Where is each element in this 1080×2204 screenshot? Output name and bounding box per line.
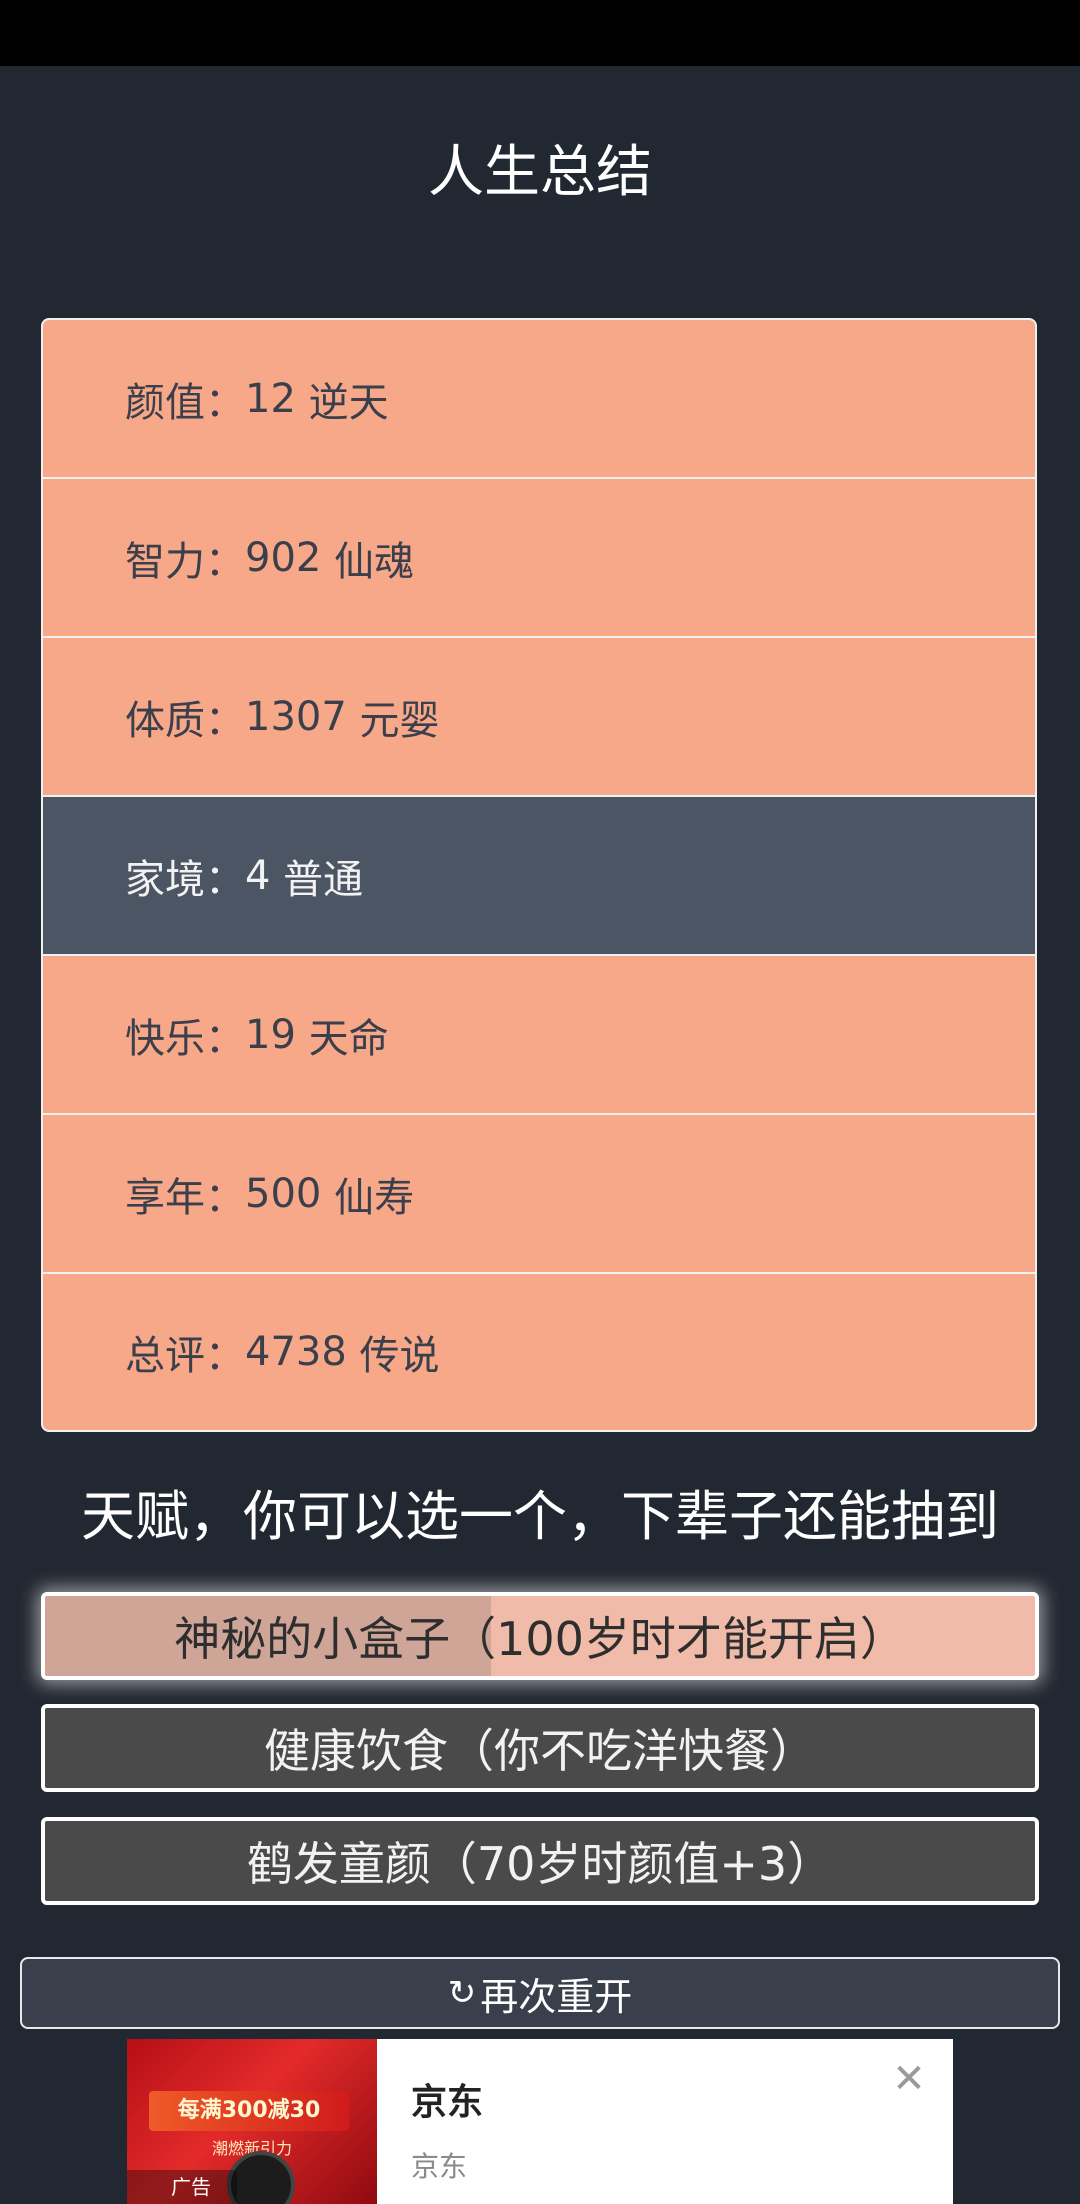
page-title: 人生总结 <box>428 140 652 205</box>
summary-value: 4738 <box>245 1329 347 1375</box>
summary-row-intelligence: 智力： 902 仙魂 <box>43 479 1035 636</box>
summary-label: 颜值 <box>125 379 205 426</box>
talent-label: 健康饮食（你不吃洋快餐） <box>264 1724 816 1778</box>
summary-label: 享年 <box>125 1174 205 1221</box>
summary-row-overall: 总评： 4738 传说 <box>43 1274 1035 1430</box>
summary-rank: 传说 <box>359 1333 440 1379</box>
summary-rank: 天命 <box>308 1015 389 1062</box>
summary-row-constitution: 体质： 1307 元婴 <box>43 638 1035 795</box>
summary-label: 快乐 <box>125 1015 205 1062</box>
ad-title[interactable]: 京东 <box>411 2073 483 2125</box>
summary-row-appearance: 颜值： 12 逆天 <box>43 320 1035 477</box>
talent-mystery-box[interactable]: 神秘的小盒子（100岁时才能开启） <box>41 1592 1039 1680</box>
refresh-icon: ↻ <box>447 1973 477 2013</box>
ad-tag: 广告 <box>127 2170 237 2204</box>
summary-label: 家境 <box>125 856 205 903</box>
summary-rank: 元婴 <box>359 697 440 744</box>
summary-label: 体质 <box>125 697 205 744</box>
ad-subtitle: 京东 <box>411 2150 468 2183</box>
talent-label: 神秘的小盒子（100岁时才能开启） <box>174 1612 906 1666</box>
summary-value: 902 <box>245 534 322 581</box>
ad-banner[interactable]: 每满300减30 潮燃新引力 广告 京东 京东 ✕ <box>127 2039 953 2204</box>
restart-label: 再次重开 <box>480 1974 633 2019</box>
summary-value: 12 <box>245 375 296 422</box>
talent-healthy-diet[interactable]: 健康饮食（你不吃洋快餐） <box>41 1704 1039 1792</box>
restart-button[interactable]: ↻ 再次重开 <box>20 1957 1060 2029</box>
summary-separator: ： <box>205 856 245 903</box>
summary-row-lifespan: 享年： 500 仙寿 <box>43 1115 1035 1272</box>
summary-value: 19 <box>245 1011 296 1058</box>
summary-list: 颜值： 12 逆天 智力： 902 仙魂 体质： 1307 元婴 家境： 4 普通 快乐… <box>41 318 1037 1432</box>
summary-value: 500 <box>245 1170 322 1217</box>
summary-value: 4 <box>245 852 271 899</box>
summary-separator: ： <box>205 538 245 585</box>
talent-youthful-looks[interactable]: 鹤发童颜（70岁时颜值+3） <box>41 1817 1039 1905</box>
summary-separator: ： <box>205 1174 245 1221</box>
summary-rank: 逆天 <box>308 379 389 426</box>
summary-rank: 仙寿 <box>334 1174 415 1221</box>
summary-row-happiness: 快乐： 19 天命 <box>43 956 1035 1113</box>
summary-separator: ： <box>205 1015 245 1062</box>
ad-image[interactable]: 每满300减30 潮燃新引力 广告 <box>127 2039 377 2204</box>
close-icon[interactable]: ✕ <box>887 2057 931 2101</box>
summary-separator: ： <box>205 697 245 744</box>
summary-label: 智力 <box>125 538 205 585</box>
summary-rank: 仙魂 <box>334 538 415 585</box>
summary-rank: 普通 <box>283 856 364 903</box>
summary-value: 1307 <box>245 693 347 740</box>
summary-row-family: 家境： 4 普通 <box>43 797 1035 954</box>
ad-promo-text: 每满300减30 <box>149 2091 349 2131</box>
talent-label: 鹤发童颜（70岁时颜值+3） <box>246 1837 834 1891</box>
summary-separator: ： <box>205 1333 245 1379</box>
summary-separator: ： <box>205 379 245 426</box>
talent-header: 天赋，你可以选一个，下辈子还能抽到 <box>81 1485 999 1548</box>
summary-label: 总评 <box>125 1333 205 1379</box>
status-bar <box>0 0 1080 66</box>
